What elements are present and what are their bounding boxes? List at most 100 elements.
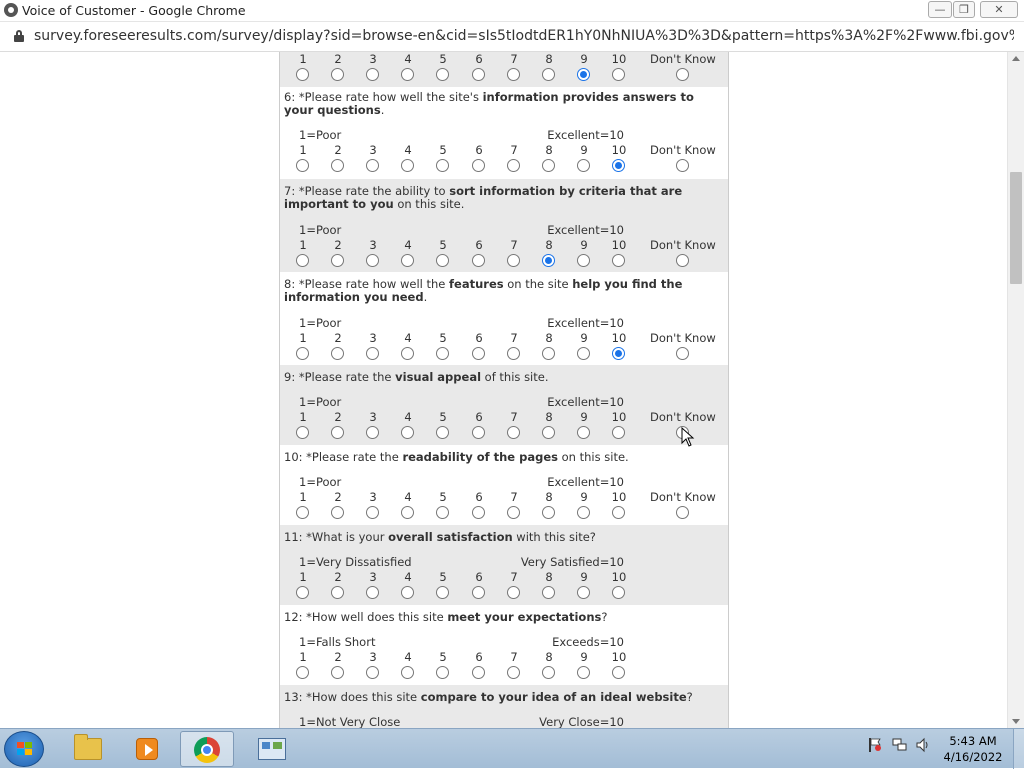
- scroll-up-arrow-icon[interactable]: [1012, 56, 1020, 61]
- scrollbar-thumb[interactable]: [1010, 172, 1022, 284]
- action-center-flag-icon[interactable]: [868, 737, 882, 753]
- taskbar-control-panel[interactable]: [244, 731, 298, 767]
- rating-radio-q5-9[interactable]: [577, 68, 590, 81]
- rating-radio-q5-1[interactable]: [296, 68, 309, 81]
- rating-radio-q7-7[interactable]: [507, 254, 520, 267]
- rating-radio-q6-10[interactable]: [612, 159, 625, 172]
- rating-radio-q5-4[interactable]: [401, 68, 414, 81]
- rating-radio-q10-7[interactable]: [507, 506, 520, 519]
- rating-radio-q8-4[interactable]: [401, 347, 414, 360]
- rating-radio-q10-6[interactable]: [472, 506, 485, 519]
- rating-radio-q11-2[interactable]: [331, 586, 344, 599]
- network-icon[interactable]: [892, 737, 908, 753]
- rating-radio-q9-5[interactable]: [436, 426, 449, 439]
- rating-radio-q10-5[interactable]: [436, 506, 449, 519]
- rating-radio-q8-2[interactable]: [331, 347, 344, 360]
- rating-radio-q6-3[interactable]: [366, 159, 379, 172]
- taskbar-clock[interactable]: 5:43 AM 4/16/2022: [940, 733, 1006, 765]
- rating-radio-q6-7[interactable]: [507, 159, 520, 172]
- lock-icon[interactable]: [14, 30, 24, 42]
- rating-radio-q12-5[interactable]: [436, 666, 449, 679]
- rating-radio-q10-9[interactable]: [577, 506, 590, 519]
- rating-radio-q10-1[interactable]: [296, 506, 309, 519]
- rating-radio-q8-1[interactable]: [296, 347, 309, 360]
- rating-radio-q6-8[interactable]: [542, 159, 555, 172]
- rating-radio-q11-7[interactable]: [507, 586, 520, 599]
- rating-radio-q11-6[interactable]: [472, 586, 485, 599]
- rating-radio-q6-2[interactable]: [331, 159, 344, 172]
- rating-radio-q12-4[interactable]: [401, 666, 414, 679]
- vertical-scrollbar[interactable]: [1007, 52, 1024, 728]
- rating-radio-q8-8[interactable]: [542, 347, 555, 360]
- rating-radio-q8-3[interactable]: [366, 347, 379, 360]
- rating-radio-q9-9[interactable]: [577, 426, 590, 439]
- rating-radio-q12-7[interactable]: [507, 666, 520, 679]
- rating-radio-q9-1[interactable]: [296, 426, 309, 439]
- rating-radio-q12-9[interactable]: [577, 666, 590, 679]
- rating-radio-q10-2[interactable]: [331, 506, 344, 519]
- maximize-button[interactable]: ❐: [953, 1, 975, 18]
- rating-radio-q12-8[interactable]: [542, 666, 555, 679]
- rating-radio-q9-4[interactable]: [401, 426, 414, 439]
- rating-radio-q7-6[interactable]: [472, 254, 485, 267]
- rating-radio-q5-7[interactable]: [507, 68, 520, 81]
- taskbar-media-player[interactable]: [120, 731, 174, 767]
- rating-radio-q8-5[interactable]: [436, 347, 449, 360]
- rating-radio-q12-10[interactable]: [612, 666, 625, 679]
- rating-radio-q11-9[interactable]: [577, 586, 590, 599]
- rating-radio-q12-2[interactable]: [331, 666, 344, 679]
- dont-know-radio-q7[interactable]: [676, 254, 689, 267]
- rating-radio-q12-6[interactable]: [472, 666, 485, 679]
- rating-radio-q6-4[interactable]: [401, 159, 414, 172]
- minimize-button[interactable]: —: [928, 1, 952, 18]
- url-text[interactable]: survey.foreseeresults.com/survey/display…: [34, 28, 1014, 44]
- rating-radio-q9-2[interactable]: [331, 426, 344, 439]
- rating-radio-q5-3[interactable]: [366, 68, 379, 81]
- rating-radio-q11-1[interactable]: [296, 586, 309, 599]
- rating-radio-q7-2[interactable]: [331, 254, 344, 267]
- start-button[interactable]: [4, 731, 44, 767]
- rating-radio-q6-5[interactable]: [436, 159, 449, 172]
- rating-radio-q10-10[interactable]: [612, 506, 625, 519]
- rating-radio-q7-8[interactable]: [542, 254, 555, 267]
- rating-radio-q11-10[interactable]: [612, 586, 625, 599]
- rating-radio-q11-4[interactable]: [401, 586, 414, 599]
- rating-radio-q7-10[interactable]: [612, 254, 625, 267]
- rating-radio-q9-3[interactable]: [366, 426, 379, 439]
- rating-radio-q6-1[interactable]: [296, 159, 309, 172]
- rating-radio-q6-6[interactable]: [472, 159, 485, 172]
- rating-radio-q8-6[interactable]: [472, 347, 485, 360]
- rating-radio-q9-8[interactable]: [542, 426, 555, 439]
- rating-radio-q10-4[interactable]: [401, 506, 414, 519]
- rating-radio-q9-10[interactable]: [612, 426, 625, 439]
- rating-radio-q6-9[interactable]: [577, 159, 590, 172]
- rating-radio-q12-3[interactable]: [366, 666, 379, 679]
- dont-know-radio-q5[interactable]: [676, 68, 689, 81]
- volume-icon[interactable]: [915, 737, 931, 753]
- rating-radio-q8-9[interactable]: [577, 347, 590, 360]
- dont-know-radio-q6[interactable]: [676, 159, 689, 172]
- address-bar[interactable]: survey.foreseeresults.com/survey/display…: [0, 22, 1024, 52]
- rating-radio-q5-5[interactable]: [436, 68, 449, 81]
- rating-radio-q8-10[interactable]: [612, 347, 625, 360]
- rating-radio-q7-5[interactable]: [436, 254, 449, 267]
- rating-radio-q7-9[interactable]: [577, 254, 590, 267]
- rating-radio-q7-3[interactable]: [366, 254, 379, 267]
- rating-radio-q12-1[interactable]: [296, 666, 309, 679]
- rating-radio-q10-3[interactable]: [366, 506, 379, 519]
- rating-radio-q5-2[interactable]: [331, 68, 344, 81]
- rating-radio-q5-6[interactable]: [472, 68, 485, 81]
- taskbar-windows-explorer[interactable]: [60, 731, 114, 767]
- close-button[interactable]: ✕: [980, 1, 1018, 18]
- dont-know-radio-q8[interactable]: [676, 347, 689, 360]
- rating-radio-q9-6[interactable]: [472, 426, 485, 439]
- rating-radio-q11-8[interactable]: [542, 586, 555, 599]
- show-desktop-button[interactable]: [1013, 729, 1024, 769]
- rating-radio-q10-8[interactable]: [542, 506, 555, 519]
- dont-know-radio-q10[interactable]: [676, 506, 689, 519]
- taskbar-google-chrome[interactable]: [180, 731, 234, 767]
- rating-radio-q11-5[interactable]: [436, 586, 449, 599]
- rating-radio-q5-10[interactable]: [612, 68, 625, 81]
- rating-radio-q5-8[interactable]: [542, 68, 555, 81]
- rating-radio-q8-7[interactable]: [507, 347, 520, 360]
